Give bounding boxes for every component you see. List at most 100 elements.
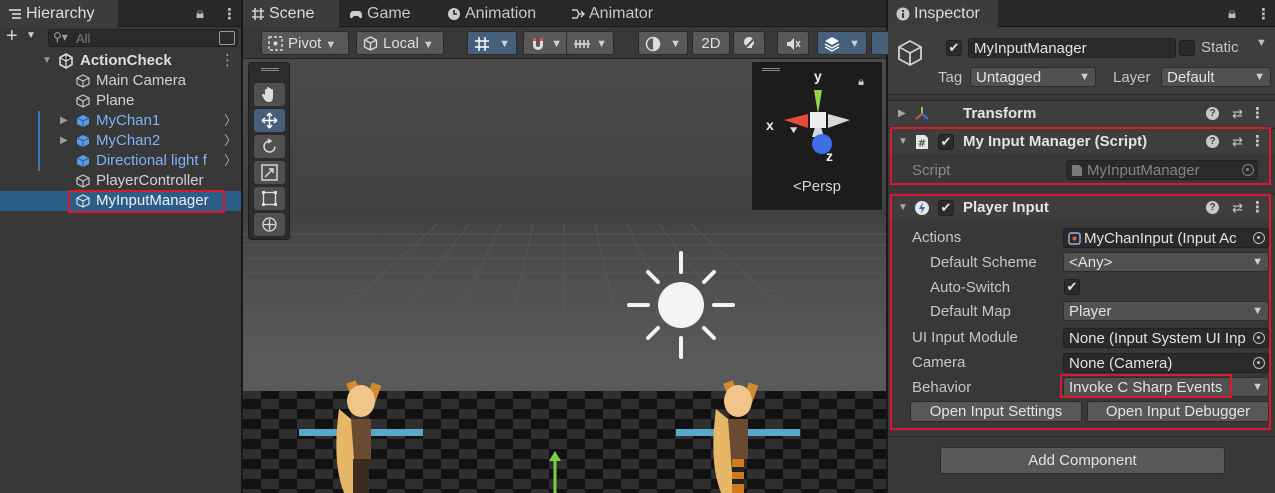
open-input-settings-button[interactable]: Open Input Settings — [910, 401, 1082, 422]
camera-field[interactable]: None (Camera) — [1063, 353, 1269, 373]
help-icon[interactable]: ? — [1206, 135, 1219, 148]
preset-sliders-icon[interactable]: ⇄ — [1232, 101, 1243, 127]
active-checkbox[interactable]: ✔ — [946, 40, 962, 56]
help-icon[interactable]: ? — [1206, 107, 1219, 120]
lock-icon[interactable]: 🔒︎ — [196, 5, 204, 22]
list-item-selected[interactable]: MyInputManager — [0, 191, 241, 211]
kebab-menu-icon[interactable]: ⋮ — [1250, 101, 1265, 127]
auto-switch-checkbox[interactable]: ✔ — [1064, 279, 1080, 295]
preset-sliders-icon[interactable]: ⇄ — [1232, 195, 1243, 221]
scale-tool-button[interactable] — [254, 161, 285, 184]
tab-inspector[interactable]: Inspector — [888, 0, 998, 27]
scene-viewport[interactable]: 🔒︎ y x z <Persp — [243, 59, 886, 493]
behavior-dropdown[interactable]: Invoke C Sharp Events ▼ — [1063, 377, 1269, 397]
object-picker-icon[interactable] — [1253, 232, 1265, 244]
fold-arrow-icon[interactable]: ▶ — [898, 101, 906, 127]
fold-arrow-icon[interactable]: ▼ — [898, 129, 908, 155]
unity-scene-icon — [59, 53, 73, 69]
object-picker-icon[interactable] — [1253, 357, 1265, 369]
list-item[interactable]: Plane — [0, 91, 241, 111]
lock-icon[interactable]: 🔒︎ — [1228, 5, 1236, 22]
transform-tool-button[interactable] — [254, 213, 285, 236]
move-tool-button[interactable] — [254, 109, 285, 132]
tag-dropdown[interactable]: Untagged ▼ — [970, 67, 1096, 87]
object-picker-icon[interactable] — [1253, 332, 1265, 344]
list-item[interactable]: ▶ MyChan1 〉 — [0, 111, 241, 131]
increment-snap-button[interactable]: ▼ — [566, 31, 614, 55]
static-checkbox[interactable] — [1179, 40, 1195, 56]
object-name-field[interactable]: MyInputManager — [968, 38, 1176, 58]
static-label: Static — [1201, 39, 1239, 56]
audio-toggle-button[interactable] — [777, 31, 809, 55]
default-scheme-dropdown[interactable]: <Any> ▼ — [1063, 252, 1269, 272]
default-map-dropdown[interactable]: Player ▼ — [1063, 301, 1269, 321]
kebab-menu-icon[interactable]: ⋮ — [222, 5, 237, 23]
scene-orientation-gizmo[interactable]: 🔒︎ y x z <Persp — [752, 62, 882, 210]
shading-mode-button[interactable]: ▼ — [638, 31, 688, 55]
player-input-title: Player Input — [963, 199, 1049, 216]
list-item[interactable]: PlayerController — [0, 171, 241, 191]
drag-handle-icon[interactable] — [261, 68, 279, 71]
preset-sliders-icon[interactable]: ⇄ — [1232, 129, 1243, 155]
list-item[interactable]: ▶ MyChan2 〉 — [0, 131, 241, 151]
static-dropdown-arrow[interactable]: ▼ — [1256, 37, 1267, 49]
kebab-menu-icon[interactable]: ⋮ — [1250, 195, 1265, 221]
snap-increment-button[interactable]: ▼ — [523, 31, 569, 55]
prefab-override-marker — [38, 151, 40, 171]
list-item[interactable]: Directional light f 〉 — [0, 151, 241, 171]
fold-arrow-icon[interactable]: ▶ — [60, 111, 68, 131]
kebab-menu-icon[interactable]: ⋮ — [1256, 5, 1271, 23]
tool-strip — [248, 62, 290, 240]
player-input-enabled-checkbox[interactable]: ✔ — [938, 200, 954, 216]
list-item[interactable]: Main Camera — [0, 71, 241, 91]
add-component-button[interactable]: Add Component — [940, 447, 1225, 474]
chevron-down-icon: ▼ — [499, 38, 510, 50]
transform-all-icon — [262, 217, 277, 232]
fold-arrow-icon[interactable]: ▼ — [898, 195, 908, 221]
chevron-right-icon[interactable]: 〉 — [224, 111, 237, 131]
list-item-scene[interactable]: ▼ ActionCheck ⋮ — [0, 51, 241, 71]
lighting-toggle-button[interactable] — [733, 31, 765, 55]
kebab-menu-icon[interactable]: ⋮ — [220, 51, 235, 71]
camera-value: None (Camera) — [1069, 355, 1173, 372]
transform-component-header[interactable]: ▶ Transform ? ⇄ ⋮ — [888, 100, 1275, 126]
tab-hierarchy-label: Hierarchy — [26, 5, 95, 22]
effects-toggle-button[interactable]: ▼ — [817, 31, 867, 55]
fold-arrow-icon[interactable]: ▶ — [60, 131, 68, 151]
player-input-component-header[interactable]: ▼ ✔ Player Input ? ⇄ ⋮ — [888, 194, 1275, 220]
script-enabled-checkbox[interactable]: ✔ — [938, 134, 954, 150]
behavior-value: Invoke C Sharp Events — [1069, 379, 1223, 396]
pivot-dropdown[interactable]: Pivot ▼ — [261, 31, 349, 55]
chevron-down-icon: ▼ — [551, 38, 562, 50]
default-scheme-value: <Any> — [1069, 254, 1113, 271]
local-dropdown[interactable]: Local ▼ — [356, 31, 444, 55]
kebab-menu-icon[interactable]: ⋮ — [1250, 129, 1265, 155]
add-object-button[interactable]: + — [6, 25, 18, 48]
chevron-down-icon: ▼ — [1254, 71, 1265, 83]
tab-scene[interactable]: Scene — [243, 0, 339, 27]
perspective-toggle[interactable]: <Persp — [752, 178, 882, 195]
help-icon[interactable]: ? — [1206, 201, 1219, 214]
ui-input-module-field[interactable]: None (Input System UI Inp — [1063, 328, 1269, 348]
chevron-right-icon[interactable]: 〉 — [224, 131, 237, 151]
chevron-down-icon[interactable]: ▼ — [26, 30, 36, 41]
tab-game[interactable]: Game — [341, 0, 419, 27]
actions-object-field[interactable]: MyChanInput (Input Ac — [1063, 228, 1269, 248]
grid-snap-button[interactable]: ▼ — [467, 31, 517, 55]
tab-animator[interactable]: Animator — [563, 0, 661, 27]
layer-dropdown[interactable]: Default ▼ — [1161, 67, 1271, 87]
tab-hierarchy[interactable]: Hierarchy — [0, 0, 118, 27]
open-input-debugger-button[interactable]: Open Input Debugger — [1087, 401, 1269, 422]
tab-game-label: Game — [367, 5, 411, 22]
hierarchy-search-input[interactable]: ⚲▾ All — [48, 29, 238, 47]
search-filter-icon[interactable] — [219, 31, 235, 45]
rotate-tool-button[interactable] — [254, 135, 285, 158]
script-component-header[interactable]: ▼ # ✔ My Input Manager (Script) ? ⇄ ⋮ — [888, 128, 1275, 154]
prefab-override-marker — [38, 131, 40, 151]
tab-animation[interactable]: Animation — [439, 0, 544, 27]
2d-toggle-button[interactable]: 2D — [692, 31, 730, 55]
chevron-right-icon[interactable]: 〉 — [224, 151, 237, 171]
rect-tool-button[interactable] — [254, 187, 285, 210]
fold-arrow-icon[interactable]: ▼ — [42, 51, 52, 71]
hand-tool-button[interactable] — [254, 83, 285, 106]
